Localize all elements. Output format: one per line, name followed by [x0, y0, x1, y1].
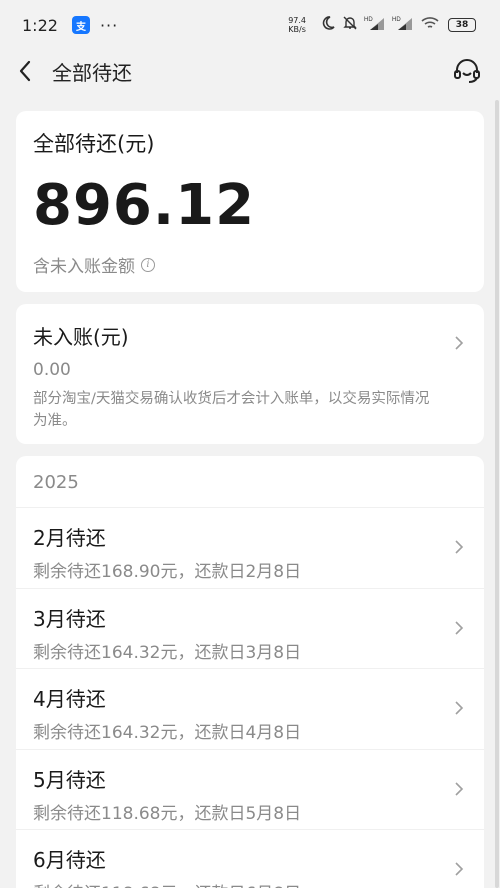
moon-icon	[320, 15, 336, 35]
bill-row-may[interactable]: 5月待还 剩余待还118.68元，还款日5月8日	[16, 750, 484, 830]
chevron-right-icon	[455, 781, 464, 796]
monthly-bills-card: 2025 2月待还 剩余待还168.90元，还款日2月8日 3月待还 剩余待还1…	[16, 456, 484, 888]
page-title: 全部待还	[52, 60, 132, 85]
svg-text:HD: HD	[364, 17, 373, 23]
unposted-label: 未入账(元)	[33, 325, 129, 349]
unposted-description: 部分淘宝/天猫交易确认收货后才会计入账单，以交易实际情况为准。	[33, 391, 430, 429]
chevron-right-icon	[455, 540, 464, 554]
total-due-card: 全部待还(元) 896.12 含未入账金额 i	[16, 111, 484, 292]
chevron-right-icon	[455, 862, 464, 876]
bill-detail: 剩余待还118.68元，还款日6月8日	[33, 879, 467, 888]
info-icon[interactable]: i	[141, 257, 155, 272]
total-due-note[interactable]: 含未入账金额 i	[33, 252, 467, 277]
svg-text:HD: HD	[392, 17, 401, 23]
total-due-amount: 896.12	[33, 173, 256, 238]
status-bar: 1:22 支 ··· 97.4 KB/s HD HD 38	[0, 0, 500, 50]
wifi-icon	[420, 15, 440, 35]
network-speed-value: 97.4	[288, 16, 306, 25]
bill-title: 5月待还	[33, 767, 106, 792]
back-icon[interactable]	[14, 60, 36, 82]
bill-title: 2月待还	[33, 526, 106, 550]
network-speed-unit: KB/s	[288, 25, 306, 34]
total-due-note-text: 含未入账金额	[33, 257, 135, 277]
bill-row-apr[interactable]: 4月待还 剩余待还164.32元，还款日4月8日	[16, 669, 484, 750]
more-notifications-icon: ···	[99, 15, 119, 35]
content: 全部待还(元) 896.12 含未入账金额 i 未入账(元) 0.00 部分淘宝…	[16, 111, 484, 888]
year-header: 2025	[16, 456, 484, 508]
chevron-right-icon	[455, 336, 464, 350]
chevron-right-icon	[455, 701, 464, 715]
mute-bell-icon	[342, 15, 358, 35]
bill-detail: 剩余待还168.90元，还款日2月8日	[33, 562, 302, 582]
network-speed: 97.4 KB/s	[288, 16, 306, 34]
bill-detail: 剩余待还164.32元，还款日4月8日	[33, 723, 302, 743]
unposted-card[interactable]: 未入账(元) 0.00 部分淘宝/天猫交易确认收货后才会计入账单，以交易实际情况…	[16, 304, 484, 444]
bill-row-feb[interactable]: 2月待还 剩余待还168.90元，还款日2月8日	[16, 508, 484, 589]
customer-service-icon[interactable]	[452, 56, 482, 86]
battery-indicator: 38	[448, 18, 476, 32]
status-time: 1:22	[22, 15, 58, 35]
bill-row-jun[interactable]: 6月待还 剩余待还118.68元，还款日6月8日	[16, 830, 484, 888]
signal-hd-icon: HD	[364, 15, 386, 35]
bill-detail: 剩余待还118.68元，还款日5月8日	[33, 803, 302, 824]
bill-title: 6月待还	[33, 848, 106, 872]
bill-title: 4月待还	[33, 687, 106, 711]
nav-bar: 全部待还	[0, 50, 500, 92]
total-due-label: 全部待还(元)	[33, 132, 155, 156]
chevron-right-icon	[455, 620, 464, 635]
unposted-amount: 0.00	[33, 360, 71, 380]
signal-hd-icon-2: HD	[392, 15, 414, 35]
alipay-app-icon: 支	[71, 16, 90, 34]
bill-title: 3月待还	[33, 606, 106, 631]
bill-row-mar[interactable]: 3月待还 剩余待还164.32元，还款日3月8日	[16, 589, 484, 669]
scrollbar[interactable]	[495, 100, 499, 888]
bill-detail: 剩余待还164.32元，还款日3月8日	[33, 642, 302, 663]
